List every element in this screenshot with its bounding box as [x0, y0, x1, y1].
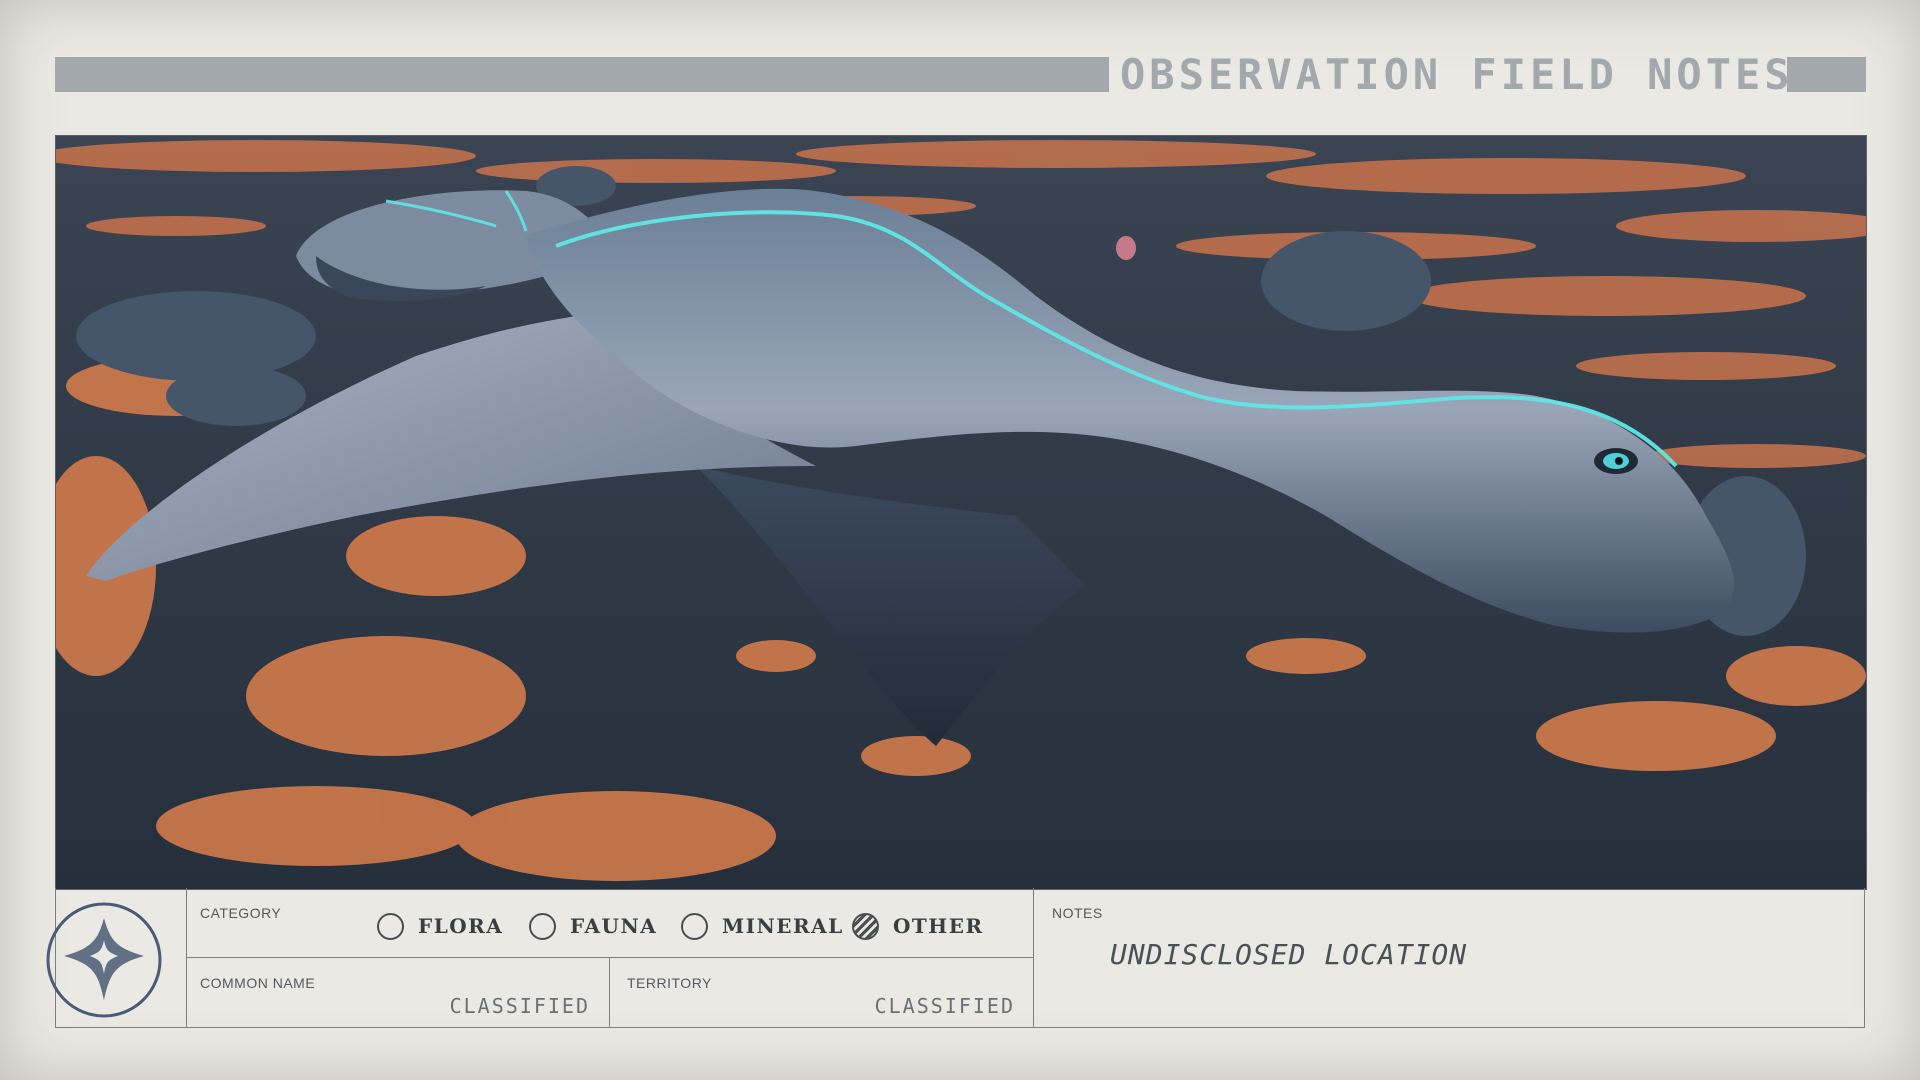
category-option-label: FAUNA [570, 914, 658, 938]
common-name-label: COMMON NAME [200, 975, 316, 991]
creature-photo-svg [56, 136, 1866, 889]
form-divider-emblem [186, 888, 187, 1028]
common-name-value: CLASSIFIED [449, 994, 590, 1018]
radio-unchecked-icon[interactable] [377, 912, 404, 940]
category-option-mineral[interactable]: MINERAL [681, 910, 844, 942]
radio-unchecked-icon[interactable] [681, 912, 708, 940]
category-label: CATEGORY [200, 905, 282, 921]
notes-value: UNDISCLOSED LOCATION [1110, 938, 1468, 971]
category-option-label: FLORA [418, 914, 504, 938]
form-divider-territory [609, 958, 610, 1028]
form-divider-row [186, 957, 1033, 958]
radio-checked-icon[interactable] [852, 912, 879, 940]
territory-label: TERRITORY [627, 975, 712, 991]
category-option-label: OTHER [893, 914, 984, 938]
creature-photo [55, 135, 1867, 890]
notes-label: NOTES [1052, 905, 1103, 921]
header-bar-right [1787, 57, 1866, 92]
page-title: OBSERVATION FIELD NOTES [1120, 50, 1794, 99]
category-option-other[interactable]: OTHER [852, 910, 984, 942]
header-bar-left [55, 57, 1109, 92]
category-option-flora[interactable]: FLORA [377, 910, 503, 942]
form-divider-notes [1033, 888, 1034, 1028]
radio-unchecked-icon[interactable] [529, 912, 556, 940]
category-option-label: MINERAL [722, 914, 844, 938]
category-option-fauna[interactable]: FAUNA [529, 910, 657, 942]
field-notes-card: OBSERVATION FIELD NOTES CATEGORY FLORA F… [0, 0, 1920, 1080]
territory-value: CLASSIFIED [874, 994, 1015, 1018]
compass-star-icon [44, 900, 164, 1024]
